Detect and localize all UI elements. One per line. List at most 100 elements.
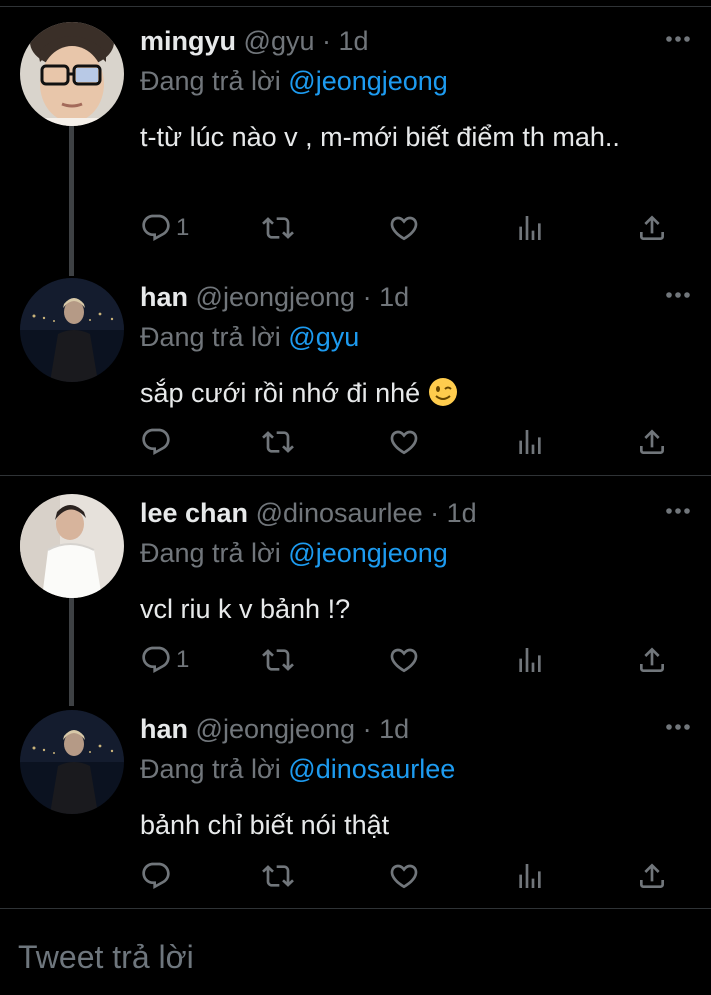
- reply-button[interactable]: [140, 424, 176, 460]
- user-handle[interactable]: @jeongjeong: [196, 714, 356, 744]
- tweet[interactable]: han @jeongjeong · 1d Đang trả lời @gyu s…: [0, 264, 711, 474]
- more-icon[interactable]: [665, 722, 691, 732]
- timestamp[interactable]: 1d: [379, 714, 409, 744]
- reply-input[interactable]: [18, 935, 678, 979]
- views-icon: [519, 648, 541, 672]
- share-button[interactable]: [636, 424, 668, 460]
- display-name[interactable]: han: [140, 714, 188, 744]
- avatar[interactable]: [20, 22, 124, 126]
- views-icon: [519, 430, 541, 454]
- replying-to: Đang trả lời @jeongjeong: [140, 66, 448, 97]
- like-icon: [390, 648, 418, 673]
- like-button[interactable]: [388, 210, 420, 246]
- more-icon[interactable]: [665, 34, 691, 44]
- replying-to: Đang trả lời @dinosaurlee: [140, 754, 455, 785]
- top-divider: [0, 0, 711, 7]
- views-icon: [519, 864, 541, 888]
- tweet[interactable]: mingyu @gyu · 1d Đang trả lời @jeongjeon…: [0, 8, 711, 264]
- views-button[interactable]: [514, 424, 546, 460]
- tweet-header: mingyu @gyu · 1d: [140, 26, 369, 57]
- share-button[interactable]: [636, 210, 668, 246]
- timestamp[interactable]: 1d: [379, 282, 409, 312]
- reply-compose-bar: [0, 908, 711, 995]
- thread-divider: [0, 475, 711, 476]
- like-button[interactable]: [388, 642, 420, 678]
- tweet[interactable]: han @jeongjeong · 1d Đang trả lời @dinos…: [0, 696, 711, 906]
- replying-to-label: Đang trả lời: [140, 322, 281, 352]
- views-button[interactable]: [514, 210, 546, 246]
- user-handle[interactable]: @jeongjeong: [196, 282, 356, 312]
- tweet-header: han @jeongjeong · 1d: [140, 282, 409, 313]
- replying-to-label: Đang trả lời: [140, 538, 281, 568]
- avatar[interactable]: [20, 494, 124, 598]
- display-name[interactable]: han: [140, 282, 188, 312]
- retweet-icon: [262, 217, 294, 239]
- reply-icon: [142, 646, 170, 674]
- share-button[interactable]: [636, 858, 668, 894]
- like-button[interactable]: [388, 424, 420, 460]
- lee-chan-avatar-image: [20, 494, 124, 598]
- retweet-button[interactable]: [262, 858, 294, 894]
- more-icon[interactable]: [665, 290, 691, 300]
- like-icon: [390, 430, 418, 455]
- timestamp[interactable]: 1d: [339, 26, 369, 56]
- reply-icon: [142, 428, 170, 456]
- more-icon[interactable]: [665, 506, 691, 516]
- user-handle[interactable]: @gyu: [244, 26, 315, 56]
- replying-to-label: Đang trả lời: [140, 754, 281, 784]
- replying-to: Đang trả lời @jeongjeong: [140, 538, 448, 569]
- separator-dot: ·: [322, 26, 331, 56]
- reply-icon: [142, 862, 170, 890]
- display-name[interactable]: mingyu: [140, 26, 236, 56]
- reply-button[interactable]: [140, 858, 176, 894]
- like-button[interactable]: [388, 858, 420, 894]
- separator-dot: ·: [362, 282, 372, 312]
- share-icon: [640, 863, 664, 888]
- share-icon: [640, 647, 664, 672]
- avatar[interactable]: [20, 278, 124, 382]
- tweet-text: sắp cưới rồi nhớ đi nhé: [140, 372, 660, 414]
- retweet-icon: [262, 865, 294, 887]
- tweet-text: vcl riu k v bảnh !?: [140, 594, 351, 624]
- mention-link[interactable]: @dinosaurlee: [288, 754, 455, 784]
- timestamp[interactable]: 1d: [447, 498, 477, 528]
- tweet-text: t-từ lúc nào v , m-mới biết điểm th mah.…: [140, 122, 620, 152]
- winking-face-emoji: [428, 378, 457, 406]
- like-icon: [390, 864, 418, 889]
- han-avatar-image: [20, 278, 124, 382]
- tweet-header: lee chan @dinosaurlee · 1d: [140, 498, 477, 529]
- reply-button[interactable]: 1: [140, 642, 189, 678]
- mention-link[interactable]: @jeongjeong: [288, 66, 448, 96]
- retweet-button[interactable]: [262, 424, 294, 460]
- tweet-actions: 1: [140, 210, 680, 246]
- reply-button[interactable]: 1: [140, 210, 189, 246]
- retweet-button[interactable]: [262, 210, 294, 246]
- retweet-button[interactable]: [262, 642, 294, 678]
- reply-icon: [142, 214, 170, 242]
- retweet-icon: [262, 431, 294, 453]
- tweet-header: han @jeongjeong · 1d: [140, 714, 409, 745]
- share-button[interactable]: [636, 642, 668, 678]
- mingyu-avatar-image: [20, 22, 124, 126]
- tweet-actions: [140, 858, 680, 894]
- replying-to-label: Đang trả lời: [140, 66, 281, 96]
- reply-count: 1: [176, 214, 190, 241]
- mention-link[interactable]: @gyu: [288, 322, 359, 352]
- separator-dot: ·: [430, 498, 440, 528]
- views-button[interactable]: [514, 858, 546, 894]
- tweet-actions: 1: [140, 642, 680, 678]
- avatar[interactable]: [20, 710, 124, 814]
- display-name[interactable]: lee chan: [140, 498, 248, 528]
- separator-dot: ·: [362, 714, 372, 744]
- replying-to: Đang trả lời @gyu: [140, 322, 359, 353]
- user-handle[interactable]: @dinosaurlee: [256, 498, 423, 528]
- han-avatar-image: [20, 710, 124, 814]
- views-button[interactable]: [514, 642, 546, 678]
- like-icon: [390, 216, 418, 241]
- share-icon: [640, 429, 664, 454]
- mention-link[interactable]: @jeongjeong: [288, 538, 448, 568]
- reply-count: 1: [176, 646, 190, 673]
- tweet-actions: [140, 424, 680, 460]
- tweet-text: bảnh chỉ biết nói thật: [140, 810, 390, 840]
- tweet[interactable]: lee chan @dinosaurlee · 1d Đang trả lời …: [0, 480, 711, 700]
